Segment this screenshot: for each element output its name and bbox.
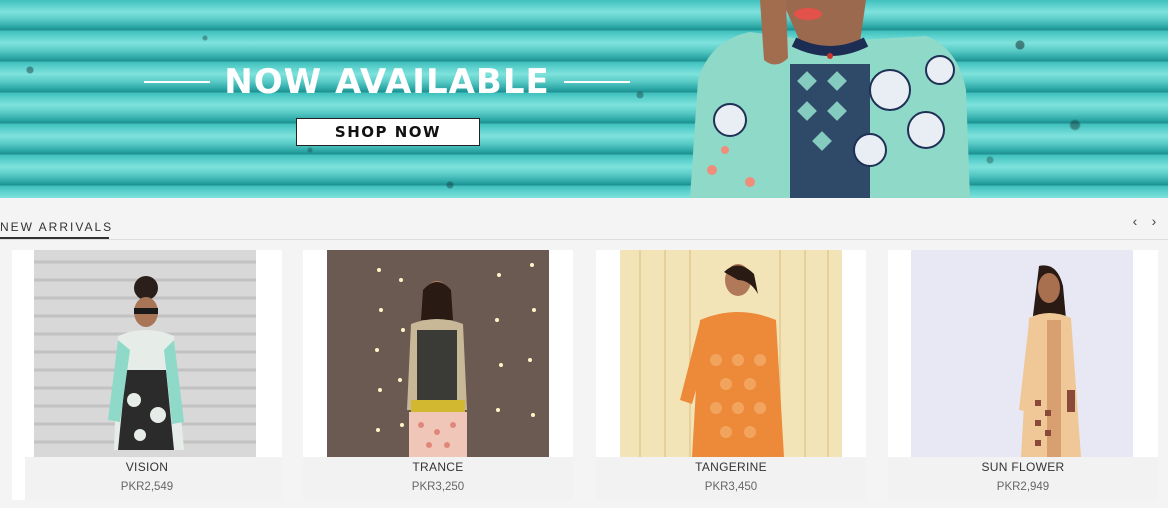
product-name[interactable]: TANGERINE	[596, 460, 866, 474]
chevron-right-icon[interactable]: ›	[1147, 213, 1161, 229]
new-arrivals-header	[0, 198, 1168, 242]
product-image-trance[interactable]	[327, 250, 549, 457]
headline-rule-right	[563, 81, 630, 83]
banner-title: NOW AVAILABLE	[224, 62, 550, 102]
product-image-tangerine[interactable]	[620, 250, 842, 457]
headline-rule-left	[144, 81, 211, 83]
product-card[interactable]: SUN FLOWER PKR2,949	[888, 250, 1158, 500]
product-price: PKR3,250	[411, 481, 465, 493]
product-name[interactable]: TRANCE	[303, 460, 573, 474]
product-carousel: VISION PKR2,549 TRANCE PKR3,250 TANGERIN…	[0, 250, 1168, 508]
product-card[interactable]: TRANCE PKR3,250	[303, 250, 573, 500]
shop-now-button[interactable]: SHOP NOW	[296, 118, 480, 146]
product-image-vision[interactable]	[34, 250, 256, 457]
product-price: PKR3,450	[704, 481, 758, 493]
product-card[interactable]: VISION PKR2,549	[12, 250, 282, 500]
product-image-sun-flower[interactable]	[911, 250, 1133, 457]
section-title: NEW ARRIVALS	[0, 220, 114, 234]
product-card[interactable]: TANGERINE PKR3,450	[596, 250, 866, 500]
chevron-left-icon[interactable]: ‹	[1128, 213, 1142, 229]
product-price: PKR2,549	[120, 481, 174, 493]
hero-banner[interactable]: NOW AVAILABLE SHOP NOW	[0, 0, 1168, 198]
banner-model-image	[690, 0, 970, 198]
product-name[interactable]: VISION	[12, 460, 282, 474]
product-name[interactable]: SUN FLOWER	[888, 460, 1158, 474]
section-divider	[0, 239, 1168, 240]
banner-headline: NOW AVAILABLE	[144, 60, 630, 104]
product-price: PKR2,949	[996, 481, 1050, 493]
